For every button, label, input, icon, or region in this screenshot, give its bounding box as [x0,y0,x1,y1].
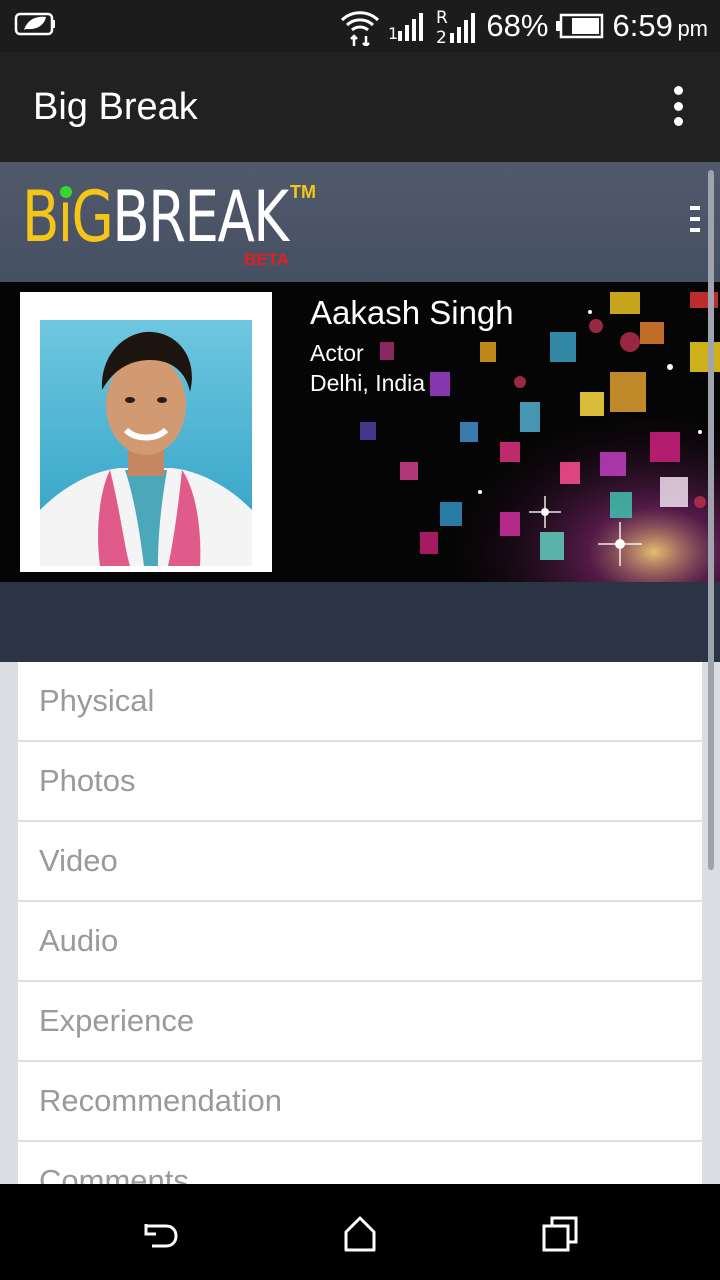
more-vert-icon[interactable] [666,86,690,126]
web-content: BiGBREAK TM BETA Aakash Singh Actor Delh… [0,162,720,1184]
status-bar: 1 R 2 68% 6:59 pm [0,0,720,52]
svg-text:1: 1 [388,24,398,43]
list-item-comments[interactable]: Comments [18,1142,702,1184]
hamburger-icon[interactable] [690,206,700,232]
clock-suffix: pm [677,16,708,41]
profile-section-list: Physical Photos Video Audio Experience R… [18,662,702,1184]
logo-beta: BETA [244,250,290,269]
clock-time: 6:59 [612,8,673,43]
roaming-signal-icon: R 2 [436,7,478,45]
profile-photo[interactable] [20,292,272,572]
list-item-experience[interactable]: Experience [18,982,702,1062]
scrollbar[interactable] [708,170,714,870]
list-item-recommendation[interactable]: Recommendation [18,1062,702,1142]
nav-bar [0,1184,720,1280]
list-item-audio[interactable]: Audio [18,902,702,982]
recents-icon[interactable] [540,1214,580,1254]
logo-break: BREAK [112,176,289,258]
app-title: Big Break [33,86,198,128]
profile-name: Aakash Singh [310,294,514,331]
profile-role: Actor [310,340,364,366]
logo-dot [60,186,72,198]
list-item-video[interactable]: Video [18,822,702,902]
svg-text:R: R [436,8,448,28]
site-header: BiGBREAK TM BETA [0,162,720,282]
bigbreak-logo[interactable]: BiGBREAK TM BETA [22,182,322,272]
battery-percent: 68% [486,8,549,43]
svg-text:2: 2 [436,28,447,45]
leaf-icon [14,10,56,38]
battery-icon [556,13,604,39]
profile-banner: Aakash Singh Actor Delhi, India [0,282,720,582]
logo-tm: TM [290,182,316,202]
list-item-photos[interactable]: Photos [18,742,702,822]
home-icon[interactable] [340,1214,380,1254]
wifi-icon [340,6,380,46]
signal-icon: 1 [388,9,428,43]
back-icon[interactable] [140,1214,180,1254]
app-bar: Big Break [0,52,720,162]
clock: 6:59 pm [612,8,708,44]
list-item-physical[interactable]: Physical [18,662,702,742]
profile-location: Delhi, India [310,370,426,396]
profile-tab-strip [0,582,720,662]
profile-photo-image [40,320,252,566]
